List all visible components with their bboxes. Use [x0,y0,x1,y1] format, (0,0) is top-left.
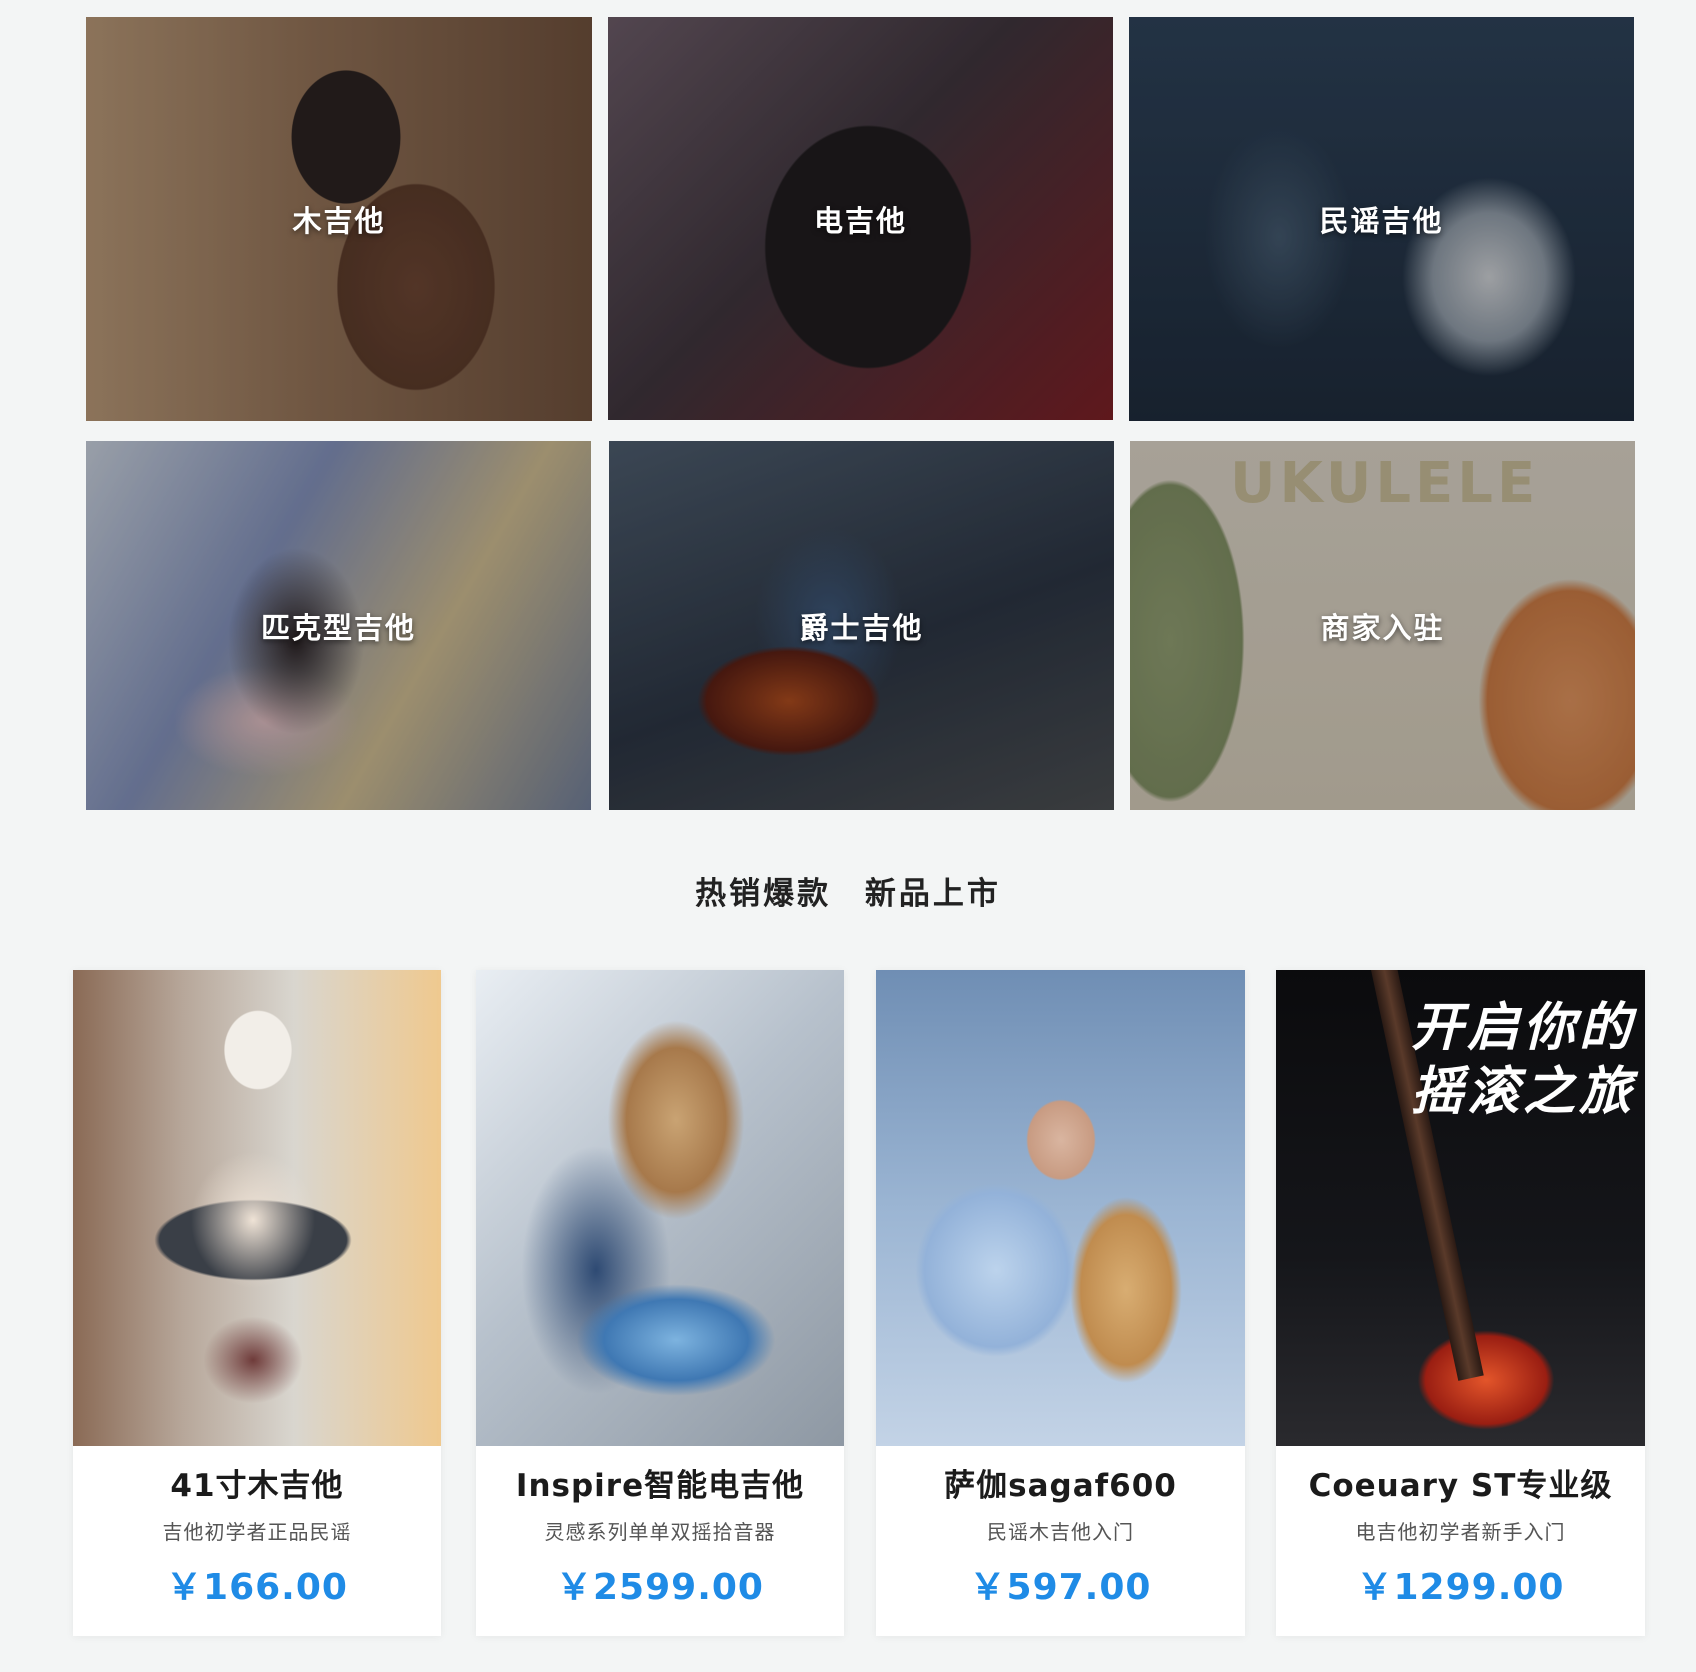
product-price: ￥1299.00 [1356,1567,1565,1608]
product-card[interactable]: Inspire智能电吉他 灵感系列单单双摇拾音器 ￥2599.00 [476,970,844,1636]
product-title: 41寸木吉他 [170,1468,344,1504]
category-tile-jazz[interactable]: 爵士吉他 [609,441,1114,810]
category-label: 电吉他 [813,203,907,238]
category-tile-electric[interactable]: 电吉他 [608,17,1113,420]
product-title: Coeuary ST专业级 [1308,1468,1613,1504]
category-label: 爵士吉他 [799,610,924,645]
product-card[interactable]: 41寸木吉他 吉他初学者正品民谣 ￥166.00 [73,970,441,1636]
product-card[interactable]: 开启你的摇滚之旅 Coeuary ST专业级 电吉他初学者新手入门 ￥1299.… [1276,970,1645,1636]
section-heading: 热销爆款 新品上市 [0,868,1696,913]
category-tile-merchant[interactable]: UKULELE 商家入驻 [1130,441,1635,810]
product-image-slogan: 开启你的摇滚之旅 [1410,998,1635,1122]
tab-hot-sales[interactable]: 热销爆款 [695,876,831,912]
category-label: 商家入驻 [1320,610,1445,645]
category-tile-acoustic[interactable]: 木吉他 [86,17,592,421]
product-subtitle: 民谣木吉他入门 [987,1520,1134,1544]
category-label: 木吉他 [292,204,386,238]
product-subtitle: 灵感系列单单双摇拾音器 [544,1520,776,1544]
product-title: Inspire智能电吉他 [515,1468,805,1504]
category-label: 匹克型吉他 [260,610,416,645]
product-image [876,970,1245,1446]
category-tile-pick[interactable]: 匹克型吉他 [86,441,591,810]
product-price: ￥2599.00 [556,1567,764,1608]
product-image: 开启你的摇滚之旅 [1276,970,1645,1446]
product-subtitle: 吉他初学者正品民谣 [162,1520,352,1544]
product-subtitle: 电吉他初学者新手入门 [1355,1520,1566,1544]
tab-new-arrivals[interactable]: 新品上市 [865,876,1001,912]
product-price: ￥166.00 [166,1567,348,1608]
product-price: ￥597.00 [969,1567,1152,1608]
product-title: 萨伽sagaf600 [944,1468,1177,1504]
product-card[interactable]: 萨伽sagaf600 民谣木吉他入门 ￥597.00 [876,970,1245,1636]
product-image [73,970,441,1446]
category-tile-folk[interactable]: 民谣吉他 [1129,17,1634,421]
category-label: 民谣吉他 [1319,204,1444,238]
product-image [476,970,844,1446]
